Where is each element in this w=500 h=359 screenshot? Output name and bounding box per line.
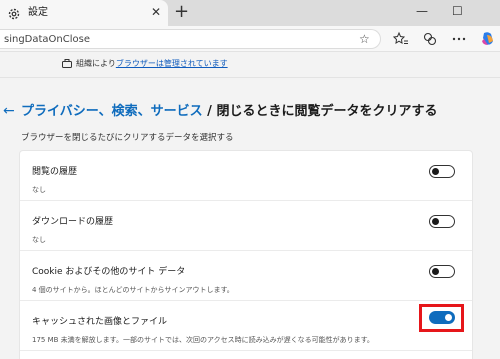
setting-row-cookies: Cookie およびその他のサイト データ 4 個のサイトから。ほとんどのサイト… [20,251,472,301]
setting-row-cached-images: キャッシュされた画像とファイル 175 MB 未満を解放します。一部のサイトでは… [20,301,472,351]
favorite-star-icon[interactable]: ☆ [359,32,370,46]
setting-title: ダウンロードの履歴 [32,217,114,227]
toggle-knob [432,168,439,175]
toolbar: singDataOnClose ☆ [0,26,500,52]
managed-banner-link[interactable]: ブラウザーは管理されています [116,59,228,68]
more-icon[interactable] [451,31,467,47]
page-subtitle: ブラウザーを閉じるたびにクリアするデータを選択する [21,133,234,143]
close-tab-icon[interactable]: ✕ [151,5,161,19]
cookies-toggle[interactable] [429,265,455,278]
maximize-button[interactable]: ☐ [452,3,463,19]
download-history-toggle[interactable] [429,215,455,228]
tab-settings[interactable]: 設定 ✕ [0,0,168,26]
setting-description: 4 個のサイトから。ほとんどのサイトからサインアウトします。 [32,286,234,294]
highlight-box [419,304,464,332]
address-bar[interactable]: singDataOnClose ☆ [0,29,381,49]
breadcrumb-link[interactable]: プライバシー、検索、サービス [21,104,203,119]
back-arrow-icon[interactable]: ← [3,103,15,119]
minimize-button[interactable]: — [416,3,428,19]
breadcrumb-separator: / [202,104,217,119]
managed-banner-content: 組織によりブラウザーは管理されています [62,58,228,70]
managed-banner-text: 組織により [76,59,116,68]
browsing-history-toggle[interactable] [429,165,455,178]
toggle-knob [432,218,439,225]
setting-row-browsing-history: 閲覧の履歴 なし [20,151,472,201]
setting-description: なし [32,236,46,244]
extensions-icon[interactable] [422,31,438,47]
toggle-knob [432,268,439,275]
setting-title: Cookie およびその他のサイト データ [32,267,186,277]
favorites-icon[interactable] [393,31,409,47]
gear-icon [7,6,21,20]
copilot-icon[interactable] [480,31,496,47]
new-tab-button[interactable]: + [174,2,189,22]
url-text: singDataOnClose [4,34,91,45]
setting-description: 175 MB 未満を解放します。一部のサイトでは、次回のアクセス時に読み込みが遅… [32,336,374,344]
setting-title: キャッシュされた画像とファイル [32,317,168,327]
settings-card: 閲覧の履歴 なし ダウンロードの履歴 なし Cookie およびその他のサイト … [19,150,473,359]
setting-title: 閲覧の履歴 [32,167,78,177]
briefcase-icon [62,59,72,68]
setting-description: なし [32,186,46,194]
tab-title: 設定 [28,7,48,18]
managed-banner: 組織によりブラウザーは管理されています [0,52,500,78]
breadcrumb: プライバシー、検索、サービス / 閉じるときに閲覧データをクリアする [21,103,437,120]
setting-row-download-history: ダウンロードの履歴 なし [20,201,472,251]
page-title: 閉じるときに閲覧データをクリアする [216,104,438,119]
tab-strip: 設定 ✕ + — ☐ [0,0,500,26]
